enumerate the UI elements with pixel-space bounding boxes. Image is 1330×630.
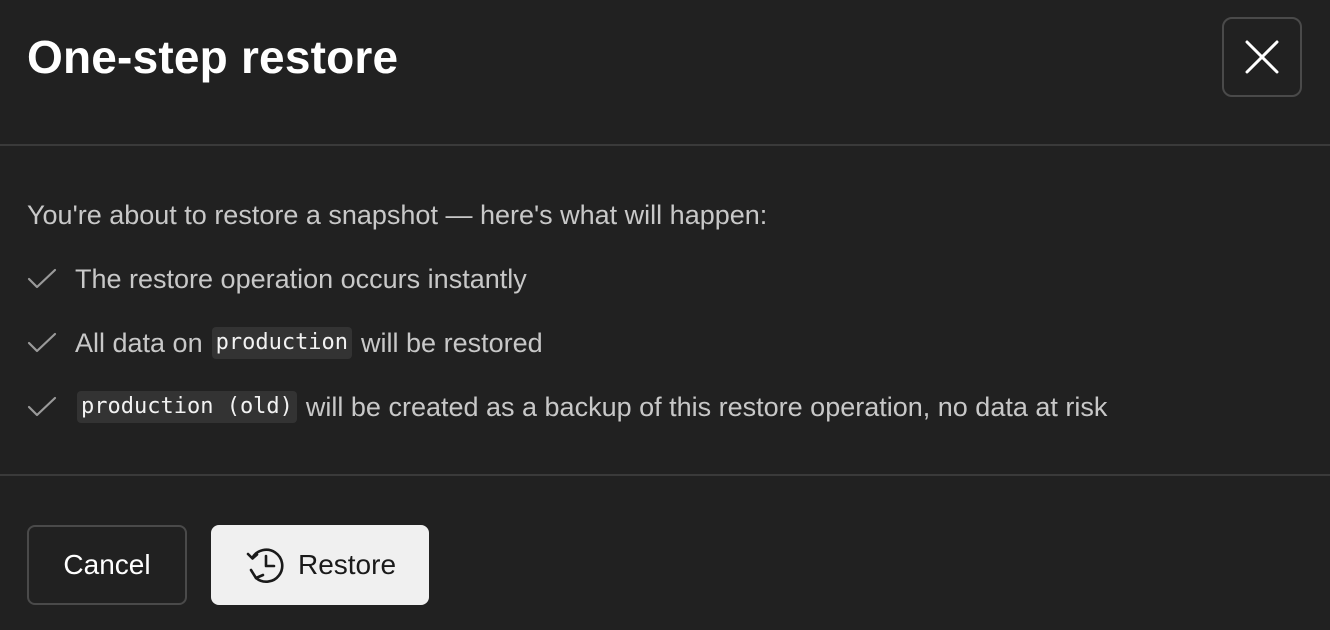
history-restore-icon <box>244 544 286 586</box>
restore-button[interactable]: Restore <box>211 525 429 605</box>
close-button[interactable] <box>1222 17 1302 97</box>
dialog-title: One-step restore <box>27 31 399 83</box>
list-item: All data on production will be restored <box>27 326 1107 360</box>
list-item-suffix: will be created as a backup of this rest… <box>305 391 1108 422</box>
intro-text: You're about to restore a snapshot — her… <box>27 200 768 230</box>
close-icon <box>1244 39 1280 75</box>
check-icon <box>27 331 57 355</box>
cancel-button[interactable]: Cancel <box>27 525 187 605</box>
dialog-header: One-step restore <box>0 0 1330 146</box>
list-item-text: The restore operation occurs instantly <box>75 263 527 294</box>
restore-dialog: One-step restore You're about to restore… <box>0 0 1330 630</box>
check-icon <box>27 395 57 419</box>
branch-code: production <box>211 327 353 359</box>
list-item-suffix: will be restored <box>361 327 543 358</box>
list-item: The restore operation occurs instantly <box>27 262 1107 296</box>
list-item-prefix: All data on <box>75 327 203 358</box>
restore-steps-list: The restore operation occurs instantly A… <box>27 262 1107 454</box>
dialog-body: You're about to restore a snapshot — her… <box>0 146 1330 476</box>
restore-button-label: Restore <box>297 549 397 580</box>
list-item: production (old) will be created as a ba… <box>27 390 1107 424</box>
backup-branch-code: production (old) <box>77 391 297 423</box>
dialog-footer: Cancel Restore <box>0 476 1330 630</box>
check-icon <box>27 267 57 291</box>
